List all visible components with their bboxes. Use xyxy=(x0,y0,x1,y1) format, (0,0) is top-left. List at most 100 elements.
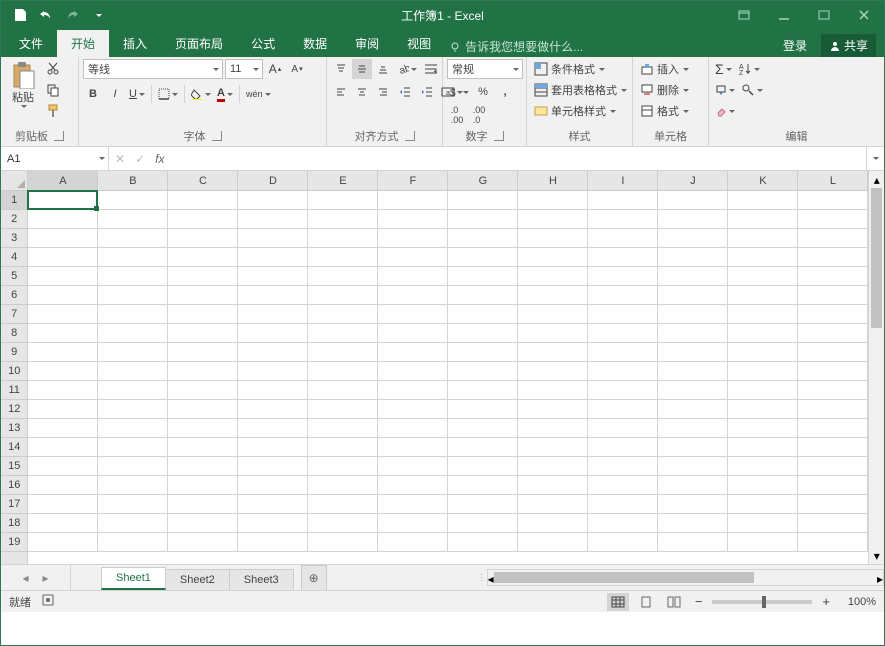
cell[interactable] xyxy=(238,438,308,457)
cell[interactable] xyxy=(728,514,798,533)
cell[interactable] xyxy=(98,210,168,229)
cell[interactable] xyxy=(238,457,308,476)
cell[interactable] xyxy=(518,191,588,210)
cell[interactable] xyxy=(98,381,168,400)
row-header[interactable]: 15 xyxy=(1,457,27,476)
cell[interactable] xyxy=(798,514,868,533)
cell[interactable] xyxy=(98,400,168,419)
cell[interactable] xyxy=(658,419,728,438)
cell[interactable] xyxy=(28,267,98,286)
ribbon-tab-5[interactable]: 数据 xyxy=(289,30,341,57)
cell[interactable] xyxy=(238,533,308,552)
cell[interactable] xyxy=(28,400,98,419)
cell[interactable] xyxy=(28,476,98,495)
ribbon-tab-7[interactable]: 视图 xyxy=(393,30,445,57)
cell[interactable] xyxy=(448,267,518,286)
cell[interactable] xyxy=(728,381,798,400)
italic-button[interactable]: I xyxy=(105,84,125,104)
cell[interactable] xyxy=(28,210,98,229)
autosum-button[interactable]: Σ xyxy=(713,59,734,79)
cell[interactable] xyxy=(238,305,308,324)
cell[interactable] xyxy=(98,438,168,457)
scroll-thumb-horizontal[interactable] xyxy=(494,572,754,583)
cell[interactable] xyxy=(588,381,658,400)
cell[interactable] xyxy=(98,457,168,476)
cell[interactable] xyxy=(238,400,308,419)
cell[interactable] xyxy=(168,210,238,229)
cell[interactable] xyxy=(658,286,728,305)
cell[interactable] xyxy=(798,381,868,400)
align-bottom-button[interactable] xyxy=(373,59,393,79)
cell[interactable] xyxy=(448,191,518,210)
cell[interactable] xyxy=(28,343,98,362)
cell[interactable] xyxy=(518,324,588,343)
cell[interactable] xyxy=(378,457,448,476)
cell[interactable] xyxy=(588,419,658,438)
cell[interactable] xyxy=(98,305,168,324)
cell[interactable] xyxy=(28,324,98,343)
cell[interactable] xyxy=(238,229,308,248)
ribbon-tab-2[interactable]: 插入 xyxy=(109,30,161,57)
cell[interactable] xyxy=(28,286,98,305)
cell[interactable] xyxy=(518,305,588,324)
cell[interactable] xyxy=(168,267,238,286)
row-header[interactable]: 6 xyxy=(1,286,27,305)
minimize-button[interactable] xyxy=(764,1,804,29)
cell[interactable] xyxy=(238,191,308,210)
insert-function-button[interactable]: fx xyxy=(155,152,164,166)
cell[interactable] xyxy=(98,343,168,362)
sheet-nav-prev[interactable]: ◂ xyxy=(22,571,28,585)
format-cells-button[interactable]: 格式 xyxy=(637,101,692,121)
cell[interactable] xyxy=(658,476,728,495)
cell[interactable] xyxy=(658,457,728,476)
cell[interactable] xyxy=(518,457,588,476)
cell[interactable] xyxy=(308,324,378,343)
cell[interactable] xyxy=(378,514,448,533)
cell[interactable] xyxy=(448,495,518,514)
row-header[interactable]: 8 xyxy=(1,324,27,343)
row-header[interactable]: 9 xyxy=(1,343,27,362)
cell[interactable] xyxy=(658,248,728,267)
cell[interactable] xyxy=(588,248,658,267)
cell[interactable] xyxy=(168,381,238,400)
row-header[interactable]: 13 xyxy=(1,419,27,438)
horizontal-scrollbar[interactable]: ◂ ▸ xyxy=(487,569,884,586)
cell[interactable] xyxy=(98,476,168,495)
zoom-level[interactable]: 100% xyxy=(840,596,876,608)
cell[interactable] xyxy=(308,343,378,362)
cell[interactable] xyxy=(728,191,798,210)
cell[interactable] xyxy=(798,400,868,419)
cell[interactable] xyxy=(168,324,238,343)
name-box[interactable]: A1 xyxy=(1,147,109,170)
vertical-scrollbar[interactable]: ▴ ▾ xyxy=(868,171,884,564)
cell[interactable] xyxy=(308,210,378,229)
cell[interactable] xyxy=(798,438,868,457)
cell[interactable] xyxy=(308,191,378,210)
cell[interactable] xyxy=(308,381,378,400)
cell-styles-button[interactable]: 单元格样式 xyxy=(531,101,619,121)
row-header[interactable]: 3 xyxy=(1,229,27,248)
sheet-tab[interactable]: Sheet1 xyxy=(101,567,166,590)
cell[interactable] xyxy=(168,457,238,476)
cell[interactable] xyxy=(658,324,728,343)
cell[interactable] xyxy=(518,286,588,305)
cell[interactable] xyxy=(168,286,238,305)
cell[interactable] xyxy=(168,533,238,552)
underline-button[interactable]: U xyxy=(127,84,147,104)
ribbon-tab-6[interactable]: 审阅 xyxy=(341,30,393,57)
login-link[interactable]: 登录 xyxy=(777,35,813,56)
row-header[interactable]: 19 xyxy=(1,533,27,552)
row-header[interactable]: 2 xyxy=(1,210,27,229)
cell[interactable] xyxy=(28,533,98,552)
increase-font-button[interactable]: A▴ xyxy=(265,59,285,79)
cell[interactable] xyxy=(238,381,308,400)
orientation-button[interactable]: ab xyxy=(395,59,419,79)
active-cell[interactable] xyxy=(27,190,98,210)
cell[interactable] xyxy=(448,514,518,533)
scroll-thumb-vertical[interactable] xyxy=(871,188,882,328)
maximize-button[interactable] xyxy=(804,1,844,29)
cell[interactable] xyxy=(238,267,308,286)
cell[interactable] xyxy=(658,305,728,324)
delete-cells-button[interactable]: 删除 xyxy=(637,80,692,100)
cell[interactable] xyxy=(448,229,518,248)
